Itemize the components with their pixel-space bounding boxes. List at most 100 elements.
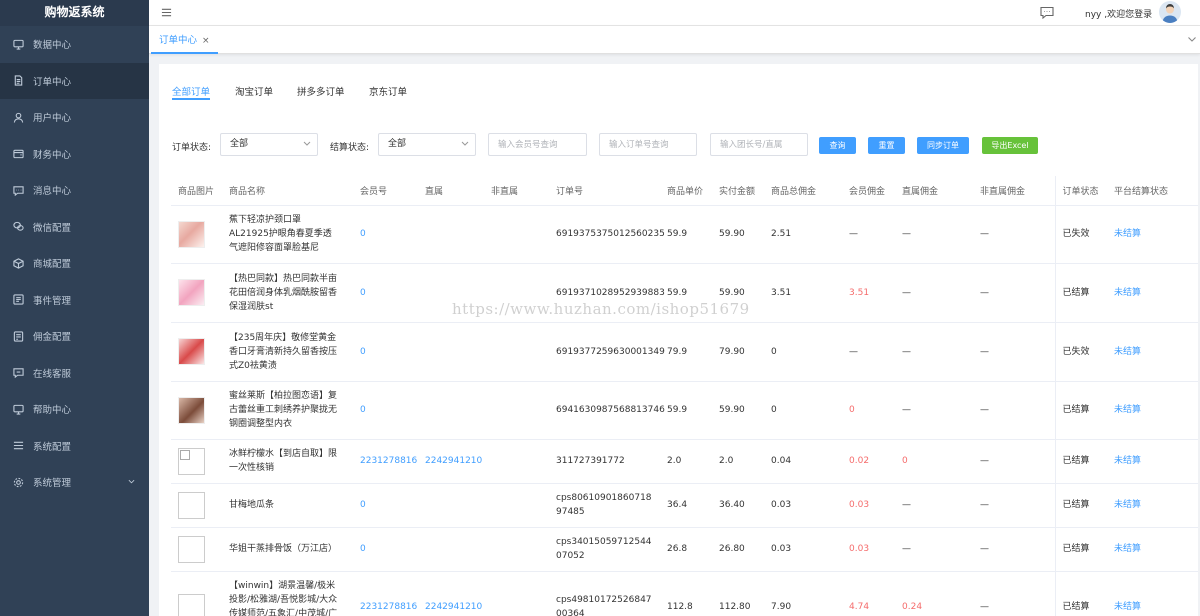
settle-status[interactable]: 未结算 xyxy=(1107,381,1198,440)
direct-commission: — xyxy=(895,263,973,323)
hamburger-icon[interactable] xyxy=(161,7,172,18)
sidebar-item-system-config[interactable]: 系统配置 xyxy=(0,428,149,465)
total-commission: 0 xyxy=(764,322,842,382)
sidebar-item-dashboard[interactable]: 数据中心 xyxy=(0,26,149,63)
settle-status[interactable]: 未结算 xyxy=(1107,483,1198,528)
tab-all-orders[interactable]: 全部订单 xyxy=(172,84,211,100)
member-id[interactable]: 0 xyxy=(353,263,418,323)
paid-amount: 2.0 xyxy=(712,439,764,484)
total-commission: 2.51 xyxy=(764,205,842,264)
sidebar-item-help[interactable]: 帮助中心 xyxy=(0,391,149,428)
export-excel-button[interactable]: 导出Excel xyxy=(982,137,1038,154)
order-search-input[interactable] xyxy=(599,133,697,156)
wechat-icon xyxy=(13,221,24,232)
app-title: 购物返系统 xyxy=(0,0,149,26)
member-commission: 0 xyxy=(842,381,895,440)
member-id[interactable]: 0 xyxy=(353,322,418,382)
direct-id[interactable] xyxy=(418,527,484,572)
direct-id[interactable] xyxy=(418,381,484,440)
settle-status[interactable]: 未结算 xyxy=(1107,571,1198,616)
sidebar-item-finance[interactable]: 财务中心 xyxy=(0,136,149,173)
leader-search-input[interactable] xyxy=(710,133,808,156)
avatar[interactable] xyxy=(1159,1,1181,23)
member-id[interactable]: 2231278816 xyxy=(353,571,418,616)
close-icon[interactable]: × xyxy=(202,36,210,46)
product-name: 蜜丝莱斯【柏拉图恋语】复古蕾丝重工刺绣养护聚拢无钢圈调整型内衣 xyxy=(222,381,353,440)
indirect-id xyxy=(484,439,549,484)
filter-bar: 订单状态: 全部 结算状态: 全部 查询 重置 同步订单 导出Excel xyxy=(159,132,1198,158)
sidebar-item-commission[interactable]: 佣金配置 xyxy=(0,318,149,355)
chevron-down-icon xyxy=(128,479,135,484)
sidebar-item-users[interactable]: 用户中心 xyxy=(0,99,149,136)
sidebar-item-service[interactable]: 在线客服 xyxy=(0,355,149,392)
settle-status-select[interactable]: 全部 xyxy=(378,133,476,156)
settle-status[interactable]: 未结算 xyxy=(1107,439,1198,484)
total-commission: 0.04 xyxy=(764,439,842,484)
column-header: 会员号 xyxy=(353,176,418,206)
member-id[interactable]: 2231278816 xyxy=(353,439,418,484)
chevron-down-icon xyxy=(461,141,469,146)
member-search-input[interactable] xyxy=(488,133,587,156)
product-name: 华姐干蒸排骨饭（万江店） xyxy=(222,527,353,572)
chevron-down-icon[interactable] xyxy=(1187,34,1197,44)
sidebar: 购物返系统 数据中心 订单中心 用户中心 财务中心 消息中心 微信配置 商城配置… xyxy=(0,0,149,616)
product-image xyxy=(178,535,205,563)
sidebar-item-mall[interactable]: 商城配置 xyxy=(0,245,149,282)
product-name: 【winwin】湖景温馨/极米投影/松雅湖/吾悦影城/大众传媒师范/五象汇/中茂… xyxy=(222,571,353,616)
sidebar-item-label: 佣金配置 xyxy=(33,332,72,344)
tab-jd-orders[interactable]: 京东订单 xyxy=(369,84,407,100)
direct-commission: — xyxy=(895,483,973,528)
tab-taobao-orders[interactable]: 淘宝订单 xyxy=(235,84,273,100)
direct-id[interactable] xyxy=(418,263,484,323)
order-status-select[interactable]: 全部 xyxy=(220,133,318,156)
direct-commission: — xyxy=(895,205,973,264)
sidebar-item-label: 系统配置 xyxy=(33,441,72,453)
member-id[interactable]: 0 xyxy=(353,527,418,572)
query-button[interactable]: 查询 xyxy=(819,137,856,154)
column-header: 直属 xyxy=(418,176,484,206)
welcome-text: nyy ,欢迎您登录 xyxy=(1085,10,1153,20)
member-id[interactable]: 0 xyxy=(353,483,418,528)
column-header: 实付金额 xyxy=(712,176,764,206)
indirect-id xyxy=(484,322,549,382)
product-name: 【235周年庆】敬修堂黄金香口牙膏清新持久留香按压式Z0祛黄渍 xyxy=(222,322,353,382)
tab-order-center[interactable]: 订单中心 × xyxy=(151,28,218,54)
order-number: 6941630987568813746 xyxy=(549,381,665,440)
direct-id[interactable] xyxy=(418,322,484,382)
sidebar-item-wechat[interactable]: 微信配置 xyxy=(0,209,149,246)
direct-id[interactable]: 2242941210 xyxy=(418,439,484,484)
chevron-down-icon xyxy=(303,141,311,146)
sidebar-item-messages[interactable]: 消息中心 xyxy=(0,172,149,209)
member-id[interactable]: 0 xyxy=(353,205,418,264)
column-header: 商品名称 xyxy=(222,176,353,206)
settle-status[interactable]: 未结算 xyxy=(1107,263,1198,323)
settle-status[interactable]: 未结算 xyxy=(1107,205,1198,264)
sidebar-item-label: 消息中心 xyxy=(33,186,72,198)
product-image xyxy=(178,491,205,519)
indirect-commission: — xyxy=(973,571,1055,616)
member-id[interactable]: 0 xyxy=(353,381,418,440)
order-status: 已结算 xyxy=(1054,527,1107,572)
message-icon[interactable] xyxy=(1040,6,1054,19)
sidebar-item-events[interactable]: 事件管理 xyxy=(0,282,149,319)
paid-amount: 59.90 xyxy=(712,205,764,264)
sync-orders-button[interactable]: 同步订单 xyxy=(917,137,969,154)
settle-status-label: 结算状态: xyxy=(330,143,370,153)
top-bar: nyy ,欢迎您登录 xyxy=(149,0,1200,26)
reset-button[interactable]: 重置 xyxy=(868,137,905,154)
settle-status[interactable]: 未结算 xyxy=(1107,322,1198,382)
sidebar-item-orders[interactable]: 订单中心 xyxy=(0,62,149,99)
member-commission: 0.02 xyxy=(842,439,895,484)
column-header: 商品总佣金 xyxy=(764,176,842,206)
direct-id[interactable] xyxy=(418,205,484,264)
direct-id[interactable]: 2242941210 xyxy=(418,571,484,616)
order-number: cps3401505971254407052 xyxy=(549,527,660,572)
sidebar-item-label: 帮助中心 xyxy=(33,405,72,417)
mall-icon xyxy=(13,258,24,269)
indirect-commission: — xyxy=(973,483,1055,528)
member-commission: — xyxy=(842,322,895,382)
sidebar-item-system-admin[interactable]: 系统管理 xyxy=(0,464,149,501)
settle-status[interactable]: 未结算 xyxy=(1107,527,1198,572)
direct-id[interactable] xyxy=(418,483,484,528)
tab-pinduoduo-orders[interactable]: 拼多多订单 xyxy=(297,84,345,100)
